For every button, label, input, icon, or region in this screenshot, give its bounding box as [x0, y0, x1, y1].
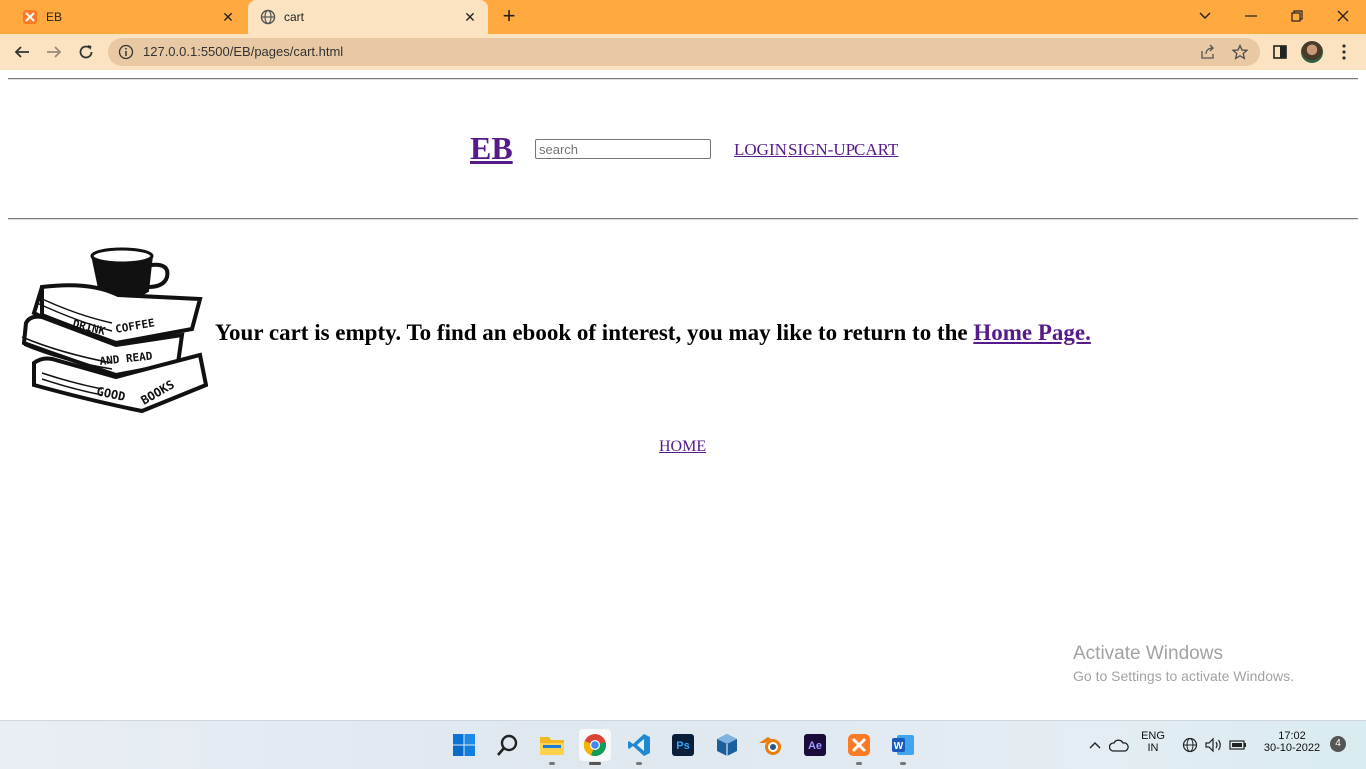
clock-date: 30-10-2022 [1263, 742, 1321, 754]
network-globe-icon[interactable] [1180, 729, 1200, 761]
word-label: W [894, 741, 904, 752]
tab-strip: EB ✕ cart ✕ + [0, 0, 1366, 34]
close-tab-icon[interactable]: ✕ [220, 9, 236, 25]
menu-kebab-icon[interactable] [1332, 40, 1356, 64]
nav-login-link[interactable]: LOGIN [734, 140, 787, 160]
bookmark-star-icon[interactable] [1232, 44, 1248, 60]
chevron-up-icon[interactable] [1086, 729, 1104, 761]
address-bar[interactable]: 127.0.0.1:5500/EB/pages/cart.html [108, 38, 1260, 66]
chrome-icon[interactable] [579, 729, 611, 765]
windows-start-icon[interactable] [448, 729, 480, 761]
clock-time: 17:02 [1278, 730, 1306, 742]
running-indicator [589, 762, 601, 765]
nav-signup-link[interactable]: SIGN-UP [788, 140, 855, 160]
close-tab-icon[interactable]: ✕ [462, 9, 478, 25]
nav-cart-link[interactable]: CART [854, 140, 898, 160]
file-explorer-icon[interactable] [536, 729, 568, 765]
battery-icon[interactable] [1228, 729, 1248, 761]
photoshop-icon[interactable]: Ps [667, 729, 699, 761]
reload-icon[interactable] [74, 40, 98, 64]
word-icon[interactable]: W [887, 729, 919, 765]
tab-search-chevron-icon[interactable] [1182, 4, 1228, 28]
blender-icon[interactable] [755, 729, 787, 761]
language-indicator[interactable]: ENG IN [1138, 730, 1168, 754]
running-indicator [549, 762, 555, 765]
xampp-icon[interactable] [843, 729, 875, 765]
tab-cart[interactable]: cart ✕ [248, 0, 488, 34]
minimize-icon[interactable] [1228, 4, 1274, 28]
forward-arrow-icon[interactable] [42, 40, 66, 64]
activate-windows-subtitle: Go to Settings to activate Windows. [1073, 668, 1294, 684]
language-code: ENG [1141, 730, 1165, 742]
tab-eb[interactable]: EB ✕ [10, 0, 246, 34]
running-indicator [900, 762, 906, 765]
activate-windows-title: Activate Windows [1073, 643, 1223, 664]
share-icon[interactable] [1200, 44, 1216, 60]
tab-label: cart [284, 10, 305, 24]
onedrive-icon[interactable] [1108, 729, 1130, 761]
volume-icon[interactable] [1204, 729, 1224, 761]
xampp-icon [22, 9, 38, 25]
home-page-link[interactable]: Home Page. [973, 320, 1091, 345]
footer-home-link[interactable]: HOME [659, 438, 706, 456]
profile-avatar[interactable] [1300, 40, 1324, 64]
globe-icon [260, 9, 276, 25]
tab-label: EB [46, 10, 63, 24]
coffee-books-illustration: DRINK COFFEE AND READ GOOD BOOKS [21, 247, 208, 414]
vscode-icon[interactable] [623, 729, 655, 765]
url-text: 127.0.0.1:5500/EB/pages/cart.html [143, 44, 344, 59]
region-code: IN [1147, 742, 1159, 754]
top-divider [8, 78, 1358, 80]
search-input[interactable] [535, 139, 711, 159]
back-arrow-icon[interactable] [10, 40, 34, 64]
new-tab-icon[interactable]: + [498, 5, 520, 28]
close-window-icon[interactable] [1320, 4, 1366, 28]
virtualbox-icon[interactable] [711, 729, 743, 761]
after-effects-icon[interactable]: Ae [799, 729, 831, 761]
site-info-icon[interactable] [118, 44, 134, 60]
clock[interactable]: 17:02 30-10-2022 [1258, 730, 1326, 754]
notification-count-badge[interactable]: 4 [1330, 736, 1346, 752]
running-indicator [636, 762, 642, 765]
side-panel-icon[interactable] [1268, 40, 1292, 64]
photoshop-label: Ps [676, 740, 689, 752]
restore-icon[interactable] [1274, 4, 1320, 28]
empty-cart-text: Your cart is empty. To find an ebook of … [215, 320, 974, 345]
running-indicator [856, 762, 862, 765]
windows-taskbar: Ps Ae W ENG IN 17:02 30-10-2022 [0, 720, 1366, 769]
after-effects-label: Ae [808, 740, 822, 752]
empty-cart-message: Your cart is empty. To find an ebook of … [215, 320, 1091, 346]
brand-link[interactable]: EB [470, 130, 513, 167]
header-divider [8, 218, 1358, 220]
browser-toolbar: 127.0.0.1:5500/EB/pages/cart.html [0, 34, 1366, 70]
search-icon[interactable] [492, 729, 524, 761]
